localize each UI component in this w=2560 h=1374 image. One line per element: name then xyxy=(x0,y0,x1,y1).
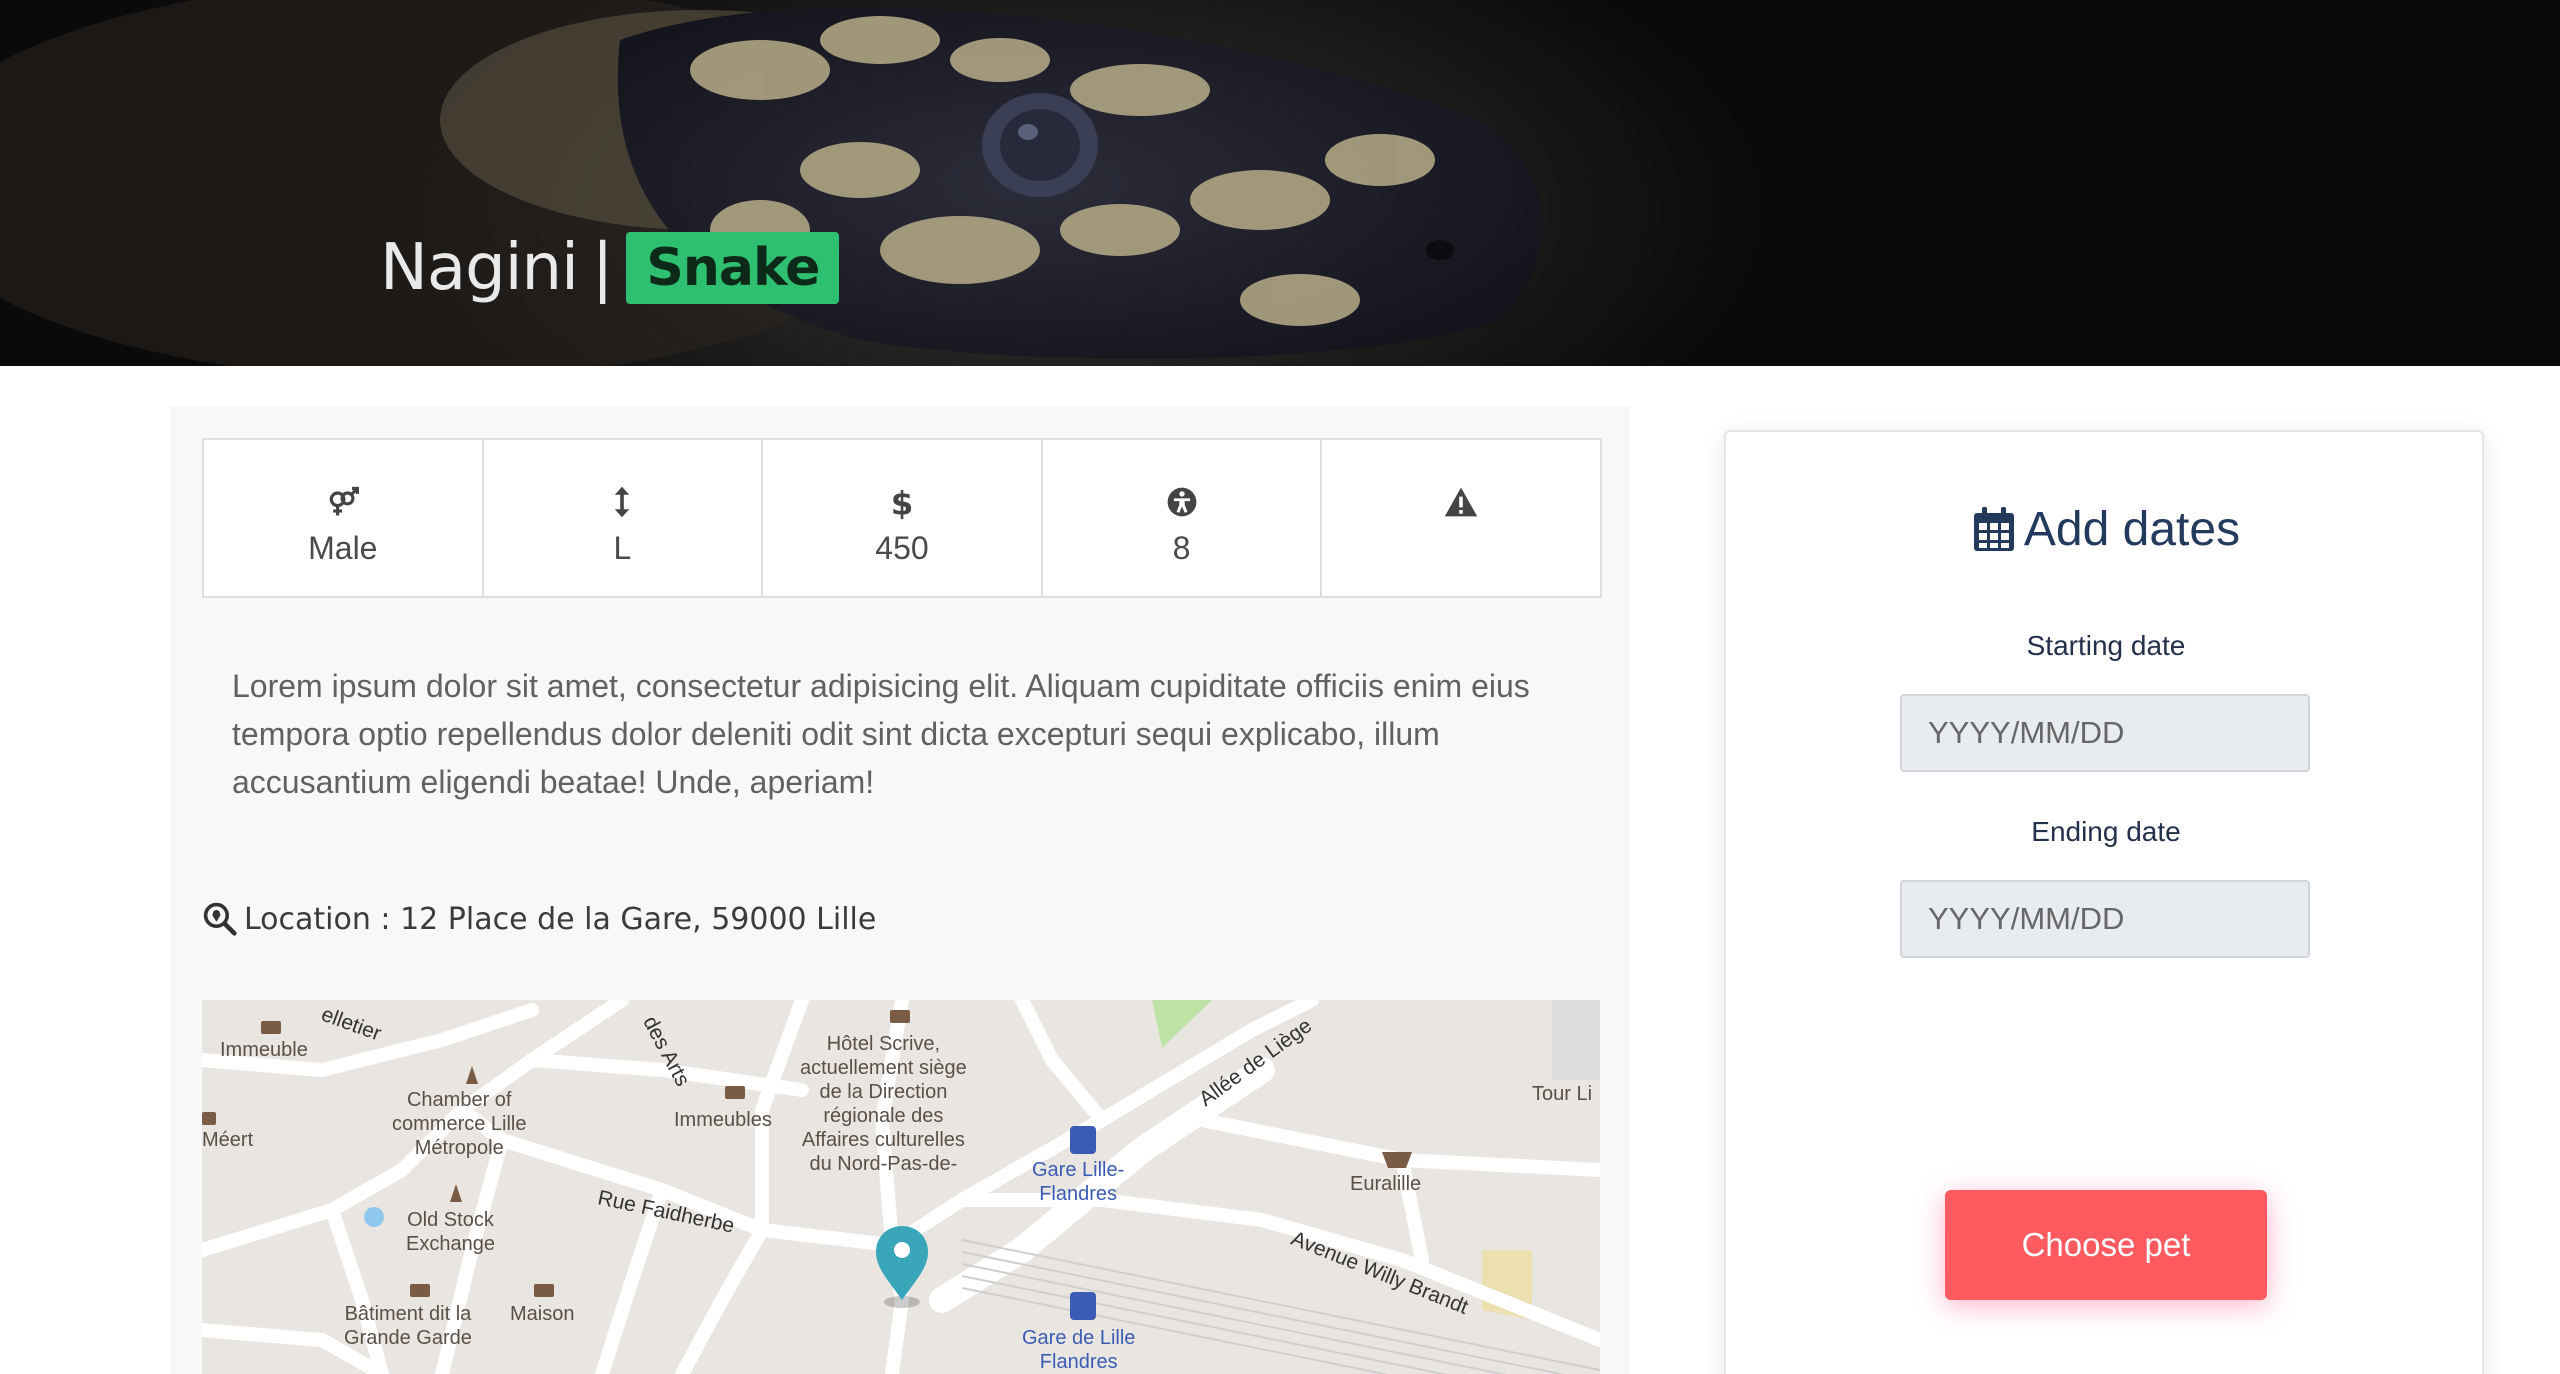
title-separator: | xyxy=(591,231,614,305)
svg-text:$: $ xyxy=(891,485,914,520)
end-date-label: Ending date xyxy=(2031,816,2181,847)
pet-name: Nagini xyxy=(380,231,579,305)
warning-icon xyxy=(1444,487,1478,517)
map-label: Immeuble xyxy=(220,1039,308,1061)
snake-photo xyxy=(0,0,1543,366)
search-location-icon xyxy=(203,902,237,936)
stat-gender: Male xyxy=(202,438,484,598)
map-label: Gare de Lille Flandres xyxy=(1022,1327,1136,1373)
map-label: Old Stock Exchange xyxy=(406,1209,495,1255)
species-badge: Snake xyxy=(626,232,840,304)
map-label: Bâtiment dit la Grande Garde xyxy=(344,1303,472,1349)
choose-pet-button[interactable]: Choose pet xyxy=(1945,1190,2267,1300)
map-label: Chamber of commerce Lille Métropole xyxy=(392,1089,527,1159)
pet-location: Location : 12 Place de la Gare, 59000 Li… xyxy=(202,896,876,942)
booking-card: Add dates Starting date Ending date Choo… xyxy=(1724,430,2484,1374)
end-date-input[interactable] xyxy=(1900,880,2310,958)
size-arrows-icon xyxy=(615,486,630,518)
pet-details-panel: Male L $ 450 8 Lorem ipsum dolor sit ame… xyxy=(170,406,1630,1374)
start-date-label: Starting date xyxy=(2026,630,2186,661)
map-label: Gare Lille- Flandres xyxy=(1032,1159,1125,1205)
map-label: Hôtel Scrive, actuellement siège de la D… xyxy=(800,1033,967,1175)
stat-value: L xyxy=(613,530,632,566)
stat-age: 8 xyxy=(1040,438,1323,598)
card-title: Add dates xyxy=(1726,494,2486,564)
stat-warning xyxy=(1320,438,1602,598)
hero-banner: Nagini | Snake xyxy=(0,0,2560,366)
gender-icon xyxy=(329,486,359,516)
stat-value: Male xyxy=(308,530,378,566)
card-title-text: Add dates xyxy=(2023,502,2241,556)
stat-value: 450 xyxy=(875,530,929,566)
stat-size: L xyxy=(481,438,764,598)
stat-price: $ 450 xyxy=(761,438,1043,598)
map-label: Méert xyxy=(202,1129,254,1151)
pet-title: Nagini | Snake xyxy=(380,226,840,310)
map-label: Immeubles xyxy=(674,1109,772,1131)
map-label: Tour Li xyxy=(1532,1083,1593,1105)
start-date-input[interactable] xyxy=(1900,694,2310,772)
dollar-icon: $ xyxy=(891,485,914,520)
map-label: Euralille xyxy=(1350,1173,1422,1195)
stat-value: 8 xyxy=(1172,530,1191,566)
map-label: Maison xyxy=(510,1303,575,1325)
location-text: Location : 12 Place de la Gare, 59000 Li… xyxy=(244,901,877,937)
location-map[interactable]: Immeuble Méert Chamber of commerce Lille… xyxy=(202,1000,1600,1374)
pet-description: Lorem ipsum dolor sit amet, consectetur … xyxy=(232,668,1530,800)
accessibility-icon xyxy=(1167,487,1196,517)
pet-stats: Male L $ 450 8 xyxy=(202,438,1602,598)
calendar-icon xyxy=(1973,507,2014,551)
